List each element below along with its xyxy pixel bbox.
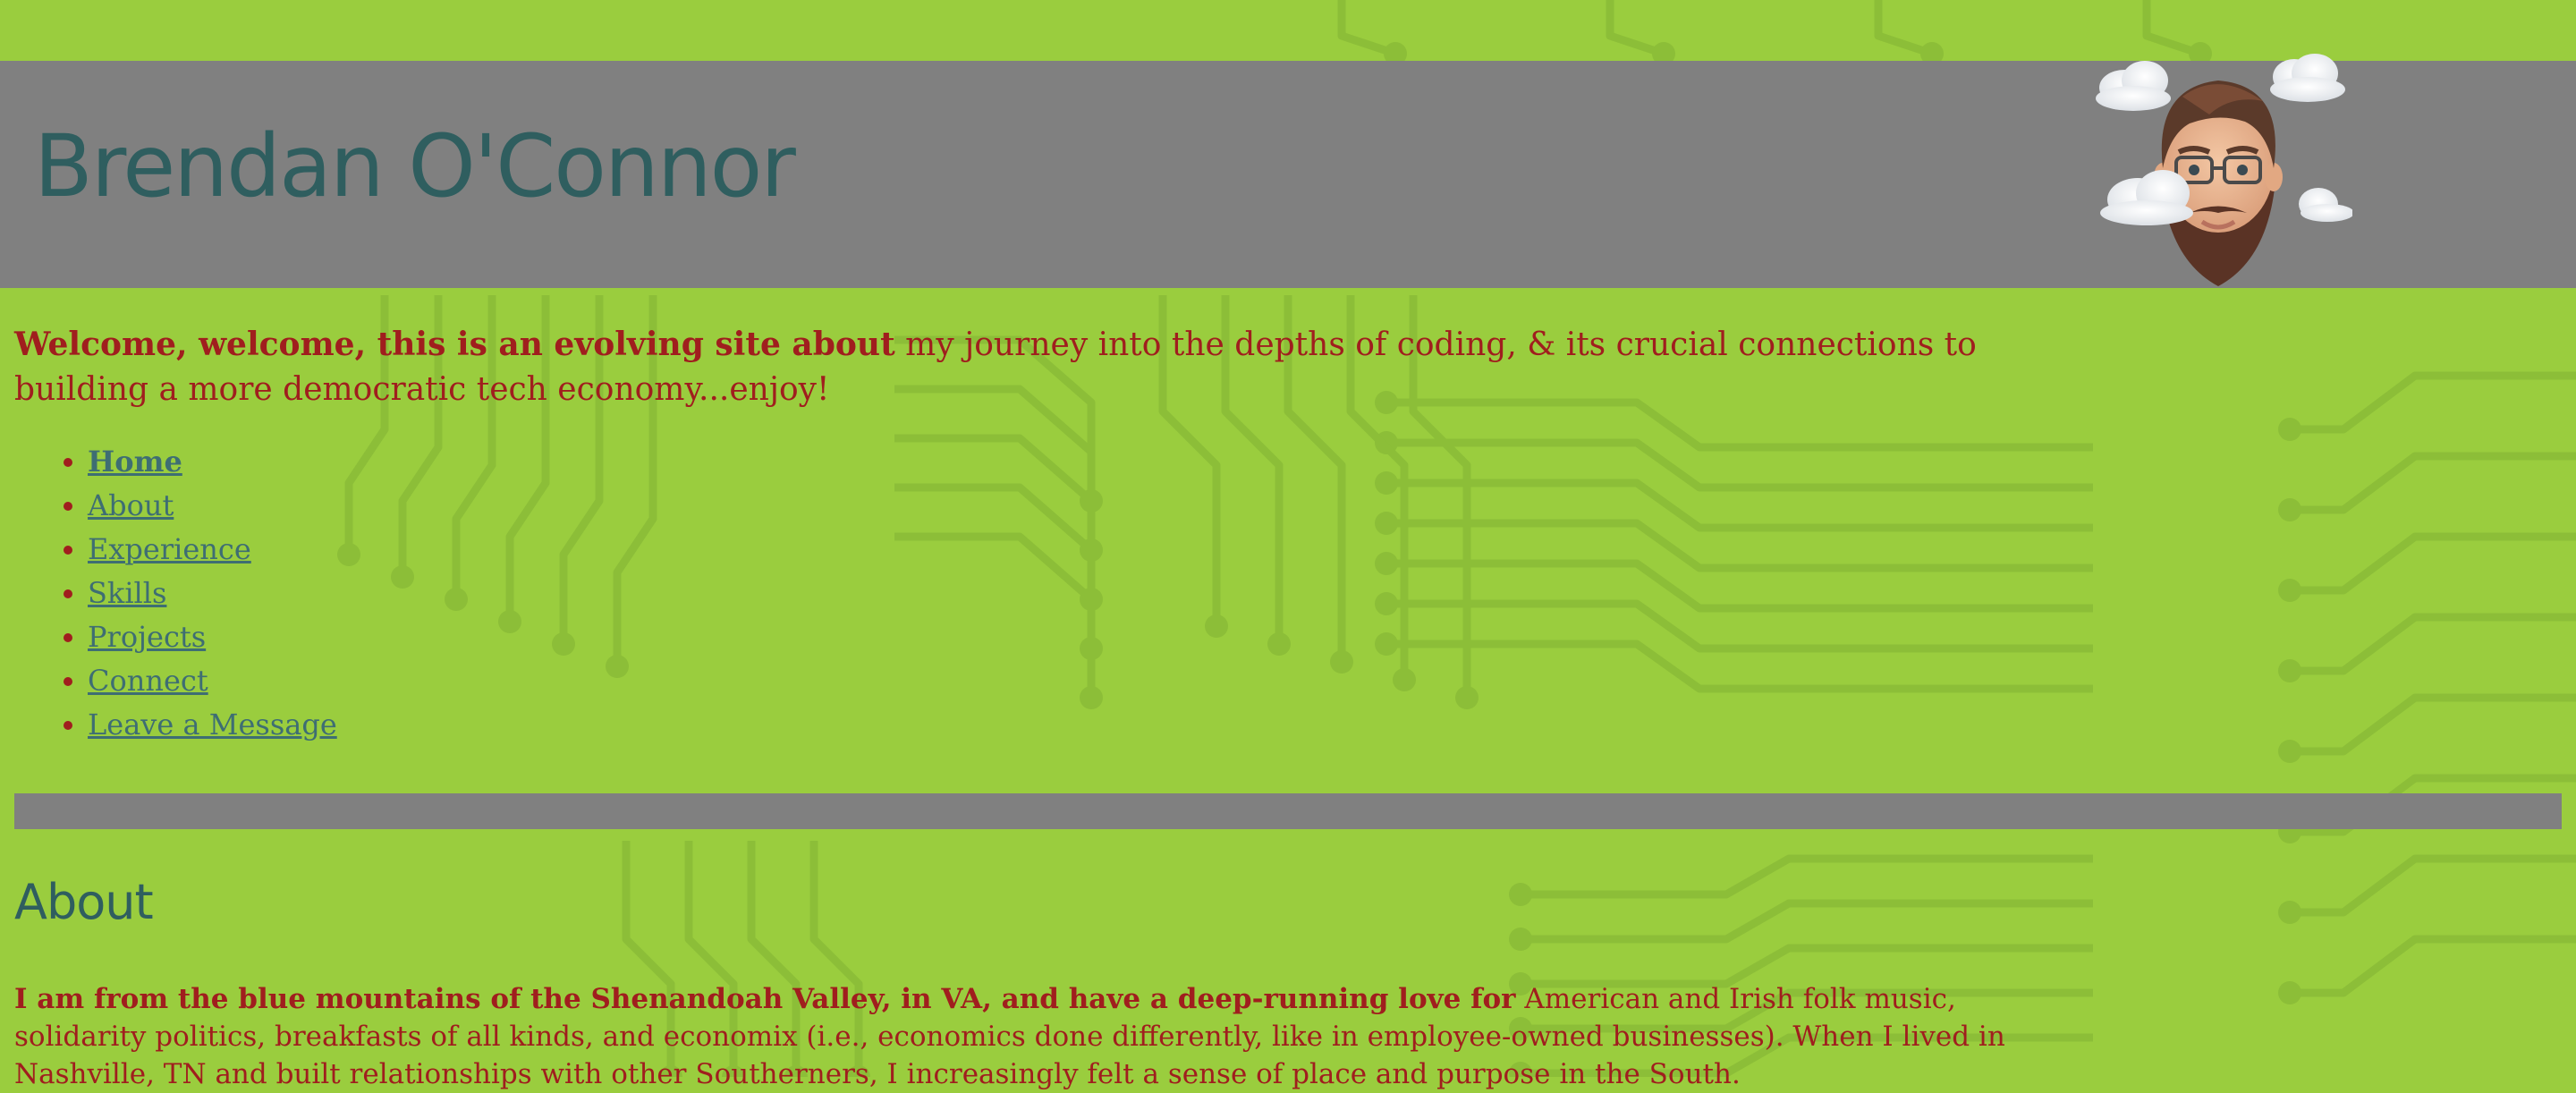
nav-link-about[interactable]: About xyxy=(88,488,174,522)
nav-item: About xyxy=(88,484,337,528)
site-title: Brendan O'Connor xyxy=(34,116,796,216)
section-divider xyxy=(14,793,2562,829)
nav-item: Connect xyxy=(88,659,337,703)
intro-bold-lead: Welcome, welcome, this is an evolving si… xyxy=(14,326,895,363)
intro-paragraph: Welcome, welcome, this is an evolving si… xyxy=(14,322,2072,412)
nav-link-experience[interactable]: Experience xyxy=(88,532,251,566)
nav-link-leave-a-message[interactable]: Leave a Message xyxy=(88,707,337,741)
about-bold-lead: I am from the blue mountains of the Shen… xyxy=(14,983,1516,1015)
nav-item: Leave a Message xyxy=(88,703,337,747)
main-nav: Home About Experience Skills Projects Connect… xyxy=(47,440,337,747)
memoji-avatar-icon xyxy=(2096,54,2352,286)
nav-item: Projects xyxy=(88,615,337,659)
about-paragraph: I am from the blue mountains of the Shen… xyxy=(14,980,2009,1093)
nav-item: Skills xyxy=(88,572,337,615)
nav-link-connect[interactable]: Connect xyxy=(88,664,208,698)
about-heading: About xyxy=(14,874,154,930)
nav-link-skills[interactable]: Skills xyxy=(88,576,166,610)
nav-link-home[interactable]: Home xyxy=(88,445,182,479)
nav-item: Home xyxy=(88,440,337,484)
nav-item: Experience xyxy=(88,528,337,572)
nav-link-projects[interactable]: Projects xyxy=(88,620,206,654)
